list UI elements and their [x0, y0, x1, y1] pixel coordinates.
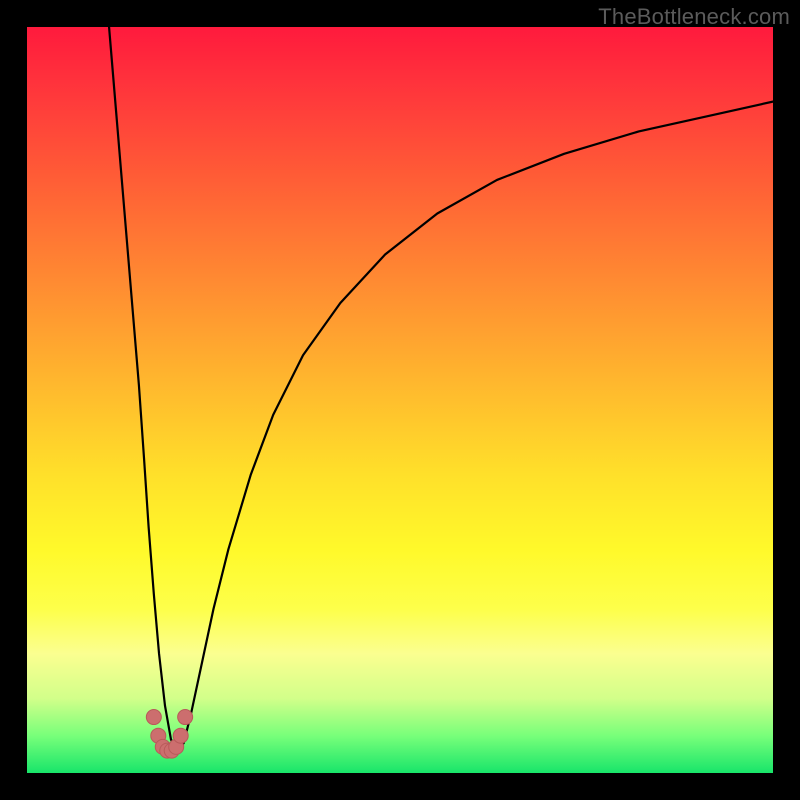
watermark-text: TheBottleneck.com	[598, 4, 790, 30]
minimum-marker	[173, 728, 188, 743]
minimum-marker	[178, 710, 193, 725]
minimum-marker	[146, 710, 161, 725]
plot-area	[27, 27, 773, 773]
chart-frame: TheBottleneck.com	[0, 0, 800, 800]
bottleneck-curve	[109, 27, 773, 751]
chart-svg	[27, 27, 773, 773]
